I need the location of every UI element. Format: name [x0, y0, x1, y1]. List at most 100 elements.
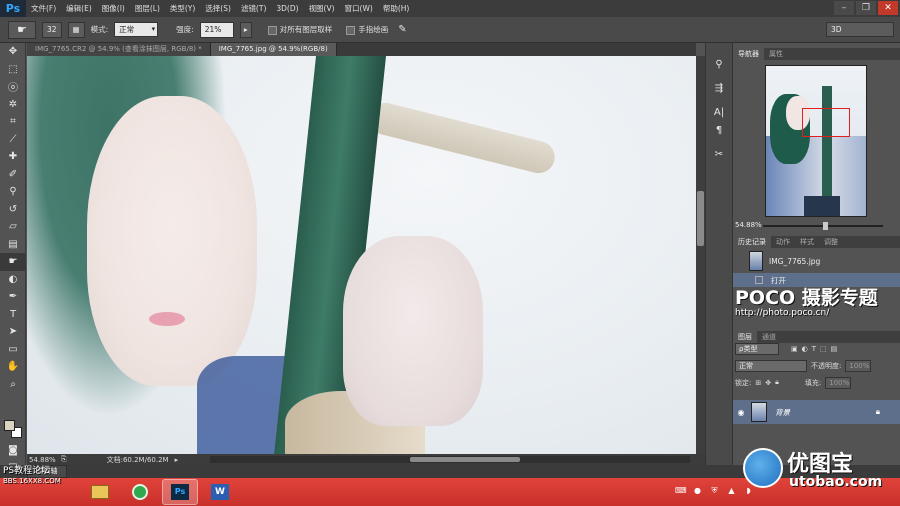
dodge-tool-icon[interactable]: ◐	[0, 271, 26, 289]
qq-icon[interactable]: ●	[692, 485, 703, 496]
smudge-tool-preset-icon[interactable]: ☛	[8, 20, 36, 39]
path-selection-tool-icon[interactable]: ➤	[0, 323, 26, 341]
history-brush-tool-icon[interactable]: ↺	[0, 201, 26, 219]
eraser-tool-icon[interactable]: ▱	[0, 218, 26, 236]
move-tool-icon[interactable]: ✥	[0, 43, 26, 61]
canvas-horizontal-scrollbar[interactable]	[210, 456, 690, 463]
status-zoom[interactable]: 54.88%	[27, 456, 61, 464]
visibility-eye-icon[interactable]: ◉	[733, 408, 749, 417]
layer-name: 背景	[775, 407, 790, 417]
taskbar-word[interactable]: W	[202, 479, 238, 505]
lock-position-icon[interactable]: ✥	[765, 379, 771, 387]
mode-select[interactable]: 正常	[114, 22, 159, 37]
navigator-thumbnail[interactable]	[765, 65, 867, 217]
tab-navigator[interactable]: 导航器	[733, 48, 764, 60]
blend-mode-select[interactable]: 正常	[735, 359, 807, 372]
strength-label: 强度:	[176, 25, 194, 34]
lock-all-icon[interactable]: 🔒︎	[775, 378, 779, 387]
tab-img-cr2[interactable]: IMG_7765.CR2 @ 54.9% (查看涂抹图层, RGB/8) *	[27, 43, 211, 56]
crop-tool-icon[interactable]: ⌗	[0, 113, 26, 131]
navigator-zoom-slider[interactable]	[763, 222, 883, 230]
color-swatches[interactable]	[4, 420, 24, 440]
hand-tool-icon[interactable]: ✋	[0, 358, 26, 376]
quick-mask-icon[interactable]: ◙	[0, 442, 26, 460]
scroll-thumb[interactable]	[410, 457, 520, 462]
taskbar-photoshop[interactable]: Ps	[162, 479, 198, 505]
pen-tool-icon[interactable]: ✒	[0, 288, 26, 306]
navigator-zoom[interactable]: 54.88%	[735, 221, 762, 229]
history-snapshot[interactable]: IMG_7765.jpg	[733, 249, 900, 273]
lasso-tool-icon[interactable]: ⓞ	[0, 78, 26, 96]
status-menu-arrow-icon[interactable]: ▸	[175, 456, 179, 464]
menu-window[interactable]: 窗口(W)	[340, 3, 378, 14]
strength-dropdown-icon[interactable]: ▸	[239, 21, 252, 38]
lock-pixels-icon[interactable]: ⊞	[755, 379, 761, 387]
menu-view[interactable]: 视图(V)	[304, 3, 340, 14]
canvas-vertical-scrollbar[interactable]	[696, 56, 705, 454]
tab-adjustments[interactable]: 调整	[819, 236, 843, 248]
layer-filter-select[interactable]: ρ类型	[735, 342, 779, 355]
minimize-button[interactable]: –	[834, 1, 854, 15]
scroll-thumb[interactable]	[697, 191, 704, 246]
gradient-tool-icon[interactable]: ▤	[0, 236, 26, 254]
character-panel-icon[interactable]: A|	[706, 103, 732, 121]
menu-file[interactable]: 文件(F)	[26, 3, 61, 14]
workspace-select[interactable]: 3D	[826, 22, 894, 37]
restore-button[interactable]: ❐	[856, 1, 876, 15]
smudge-tool-icon[interactable]: ☛	[0, 253, 26, 271]
menu-layer[interactable]: 图层(L)	[130, 3, 165, 14]
security-shield-icon[interactable]: ⛨	[709, 485, 720, 496]
menu-select[interactable]: 选择(S)	[200, 3, 236, 14]
filter-smart-icon[interactable]: ▤	[831, 345, 838, 353]
document-canvas[interactable]	[27, 56, 696, 454]
history-step-open[interactable]: 打开	[733, 273, 900, 287]
rectangle-tool-icon[interactable]: ▭	[0, 341, 26, 359]
eyedropper-tool-icon[interactable]: ⟋	[0, 131, 26, 149]
strength-input[interactable]: 21%	[199, 21, 234, 38]
type-tool-icon[interactable]: T	[0, 306, 26, 324]
menu-image[interactable]: 图像(I)	[97, 3, 130, 14]
navigator-view-box[interactable]	[802, 108, 850, 137]
menu-help[interactable]: 帮助(H)	[378, 3, 415, 14]
tool-presets-icon[interactable]: ⚲	[706, 55, 732, 73]
taskbar-explorer[interactable]	[82, 479, 118, 505]
taskbar-browser[interactable]	[122, 479, 158, 505]
foreground-color-swatch[interactable]	[4, 420, 15, 431]
filter-adjust-icon[interactable]: ◐	[802, 345, 808, 353]
tab-actions[interactable]: 动作	[771, 236, 795, 248]
brush-panel-toggle-icon[interactable]: ▦	[67, 21, 85, 38]
keyboard-icon[interactable]: ⌨	[675, 485, 687, 496]
filter-shape-icon[interactable]: ⬚	[820, 345, 827, 353]
clone-stamp-tool-icon[interactable]: ⚲	[0, 183, 26, 201]
filter-pixel-icon[interactable]: ▣	[791, 345, 798, 353]
slider-knob[interactable]	[823, 222, 828, 230]
fill-input[interactable]: 100%	[825, 376, 852, 389]
filter-type-icon[interactable]: T	[812, 345, 816, 353]
healing-brush-tool-icon[interactable]: ✚	[0, 148, 26, 166]
tool-settings-icon[interactable]: ✂	[706, 145, 732, 163]
tab-history[interactable]: 历史记录	[733, 236, 771, 248]
opacity-input[interactable]: 100%	[845, 359, 872, 372]
brush-size-picker[interactable]: 32	[42, 21, 62, 38]
tab-img-jpg[interactable]: IMG_7765.jpg @ 54.9%(RGB/8)	[210, 43, 337, 56]
zoom-tool-icon[interactable]: ⌕	[0, 376, 26, 394]
sample-all-layers-checkbox[interactable]: 对所有图层取样	[267, 24, 332, 35]
close-button[interactable]: ✕	[878, 1, 898, 15]
tools-panel: ✥ ⬚ ⓞ ✲ ⌗ ⟋ ✚ ✐ ⚲ ↺ ▱ ▤ ☛ ◐ ✒ T ➤ ▭ ✋ ⌕ …	[0, 43, 26, 478]
finger-painting-checkbox[interactable]: 手指绘画	[346, 24, 388, 35]
menu-edit[interactable]: 编辑(E)	[61, 3, 97, 14]
tab-properties[interactable]: 属性	[764, 48, 788, 60]
menu-type[interactable]: 类型(Y)	[165, 3, 200, 14]
export-icon[interactable]: ⎘	[61, 455, 67, 464]
clone-source-icon[interactable]: ⇶	[706, 79, 732, 97]
menu-3d[interactable]: 3D(D)	[271, 4, 303, 13]
paragraph-panel-icon[interactable]: ¶	[706, 121, 732, 139]
menu-filter[interactable]: 滤镜(T)	[236, 3, 271, 14]
pressure-pen-icon[interactable]: ✎	[398, 24, 406, 35]
tab-styles[interactable]: 样式	[795, 236, 819, 248]
magic-wand-tool-icon[interactable]: ✲	[0, 96, 26, 114]
marquee-tool-icon[interactable]: ⬚	[0, 61, 26, 79]
layer-background[interactable]: ◉ 背景 🔒︎	[733, 400, 900, 424]
brush-tool-icon[interactable]: ✐	[0, 166, 26, 184]
photoshop-logo[interactable]: Ps	[0, 0, 26, 17]
